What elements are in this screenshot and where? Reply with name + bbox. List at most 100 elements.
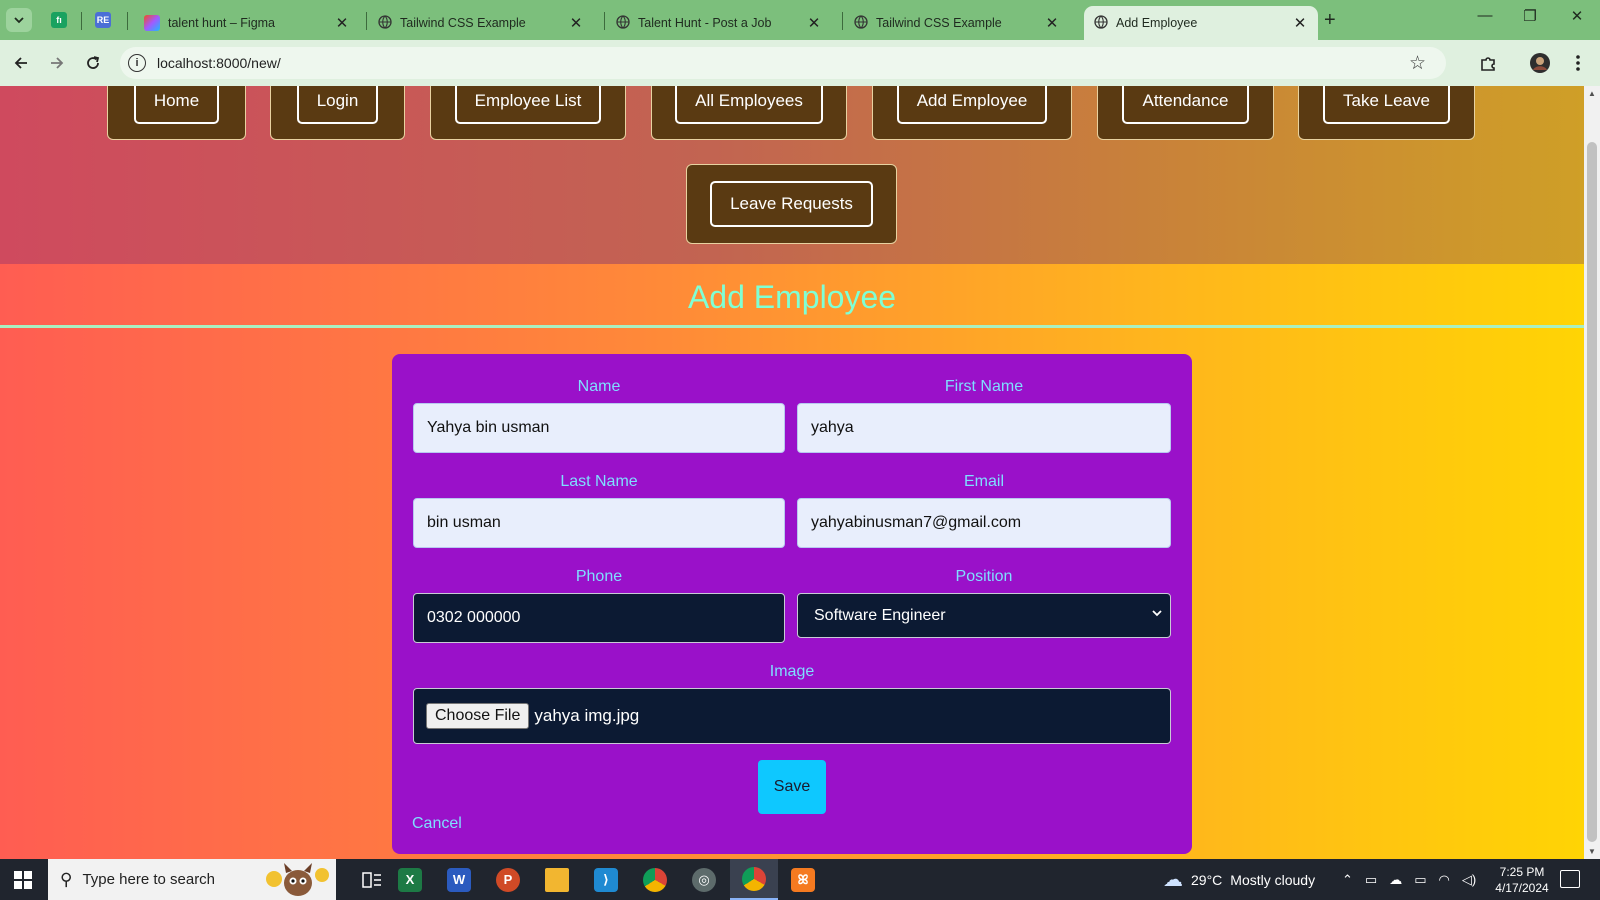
tab-figma[interactable]: talent hunt – Figma ✕ xyxy=(134,6,360,40)
nav-card-home: Home xyxy=(107,86,246,140)
weather-temperature: 29°C xyxy=(1191,871,1223,888)
cancel-link[interactable]: Cancel xyxy=(412,815,462,833)
image-label: Image xyxy=(769,663,815,680)
scroll-down-arrow-icon[interactable]: ▼ xyxy=(1588,847,1596,856)
tab-title: Add Employee xyxy=(1116,16,1198,30)
title-divider xyxy=(0,325,1584,328)
cloudy-weather-icon: ☁ xyxy=(1163,869,1183,891)
new-tab-plus-icon[interactable]: + xyxy=(1324,9,1336,32)
taskbar-search-box[interactable]: ⚲ Type here to search xyxy=(48,859,336,900)
vscode-app-icon[interactable]: ⟩ xyxy=(582,859,630,900)
close-tab-icon[interactable]: ✕ xyxy=(806,14,822,32)
email-label: Email xyxy=(963,473,1004,490)
volume-icon[interactable]: ◁) xyxy=(1462,872,1476,888)
phone-input[interactable]: 0302 000000 xyxy=(413,593,785,643)
nav-home-button[interactable]: Home xyxy=(133,86,220,124)
taskbar-search-placeholder: Type here to search xyxy=(82,871,216,888)
globe-icon xyxy=(1094,14,1108,32)
close-tab-icon[interactable]: ✕ xyxy=(334,14,350,32)
close-tab-icon[interactable]: ✕ xyxy=(568,14,584,32)
reload-icon[interactable] xyxy=(82,52,104,74)
nav-all-employees-button[interactable]: All Employees xyxy=(675,86,823,124)
restore-icon[interactable]: ❐ xyxy=(1515,7,1545,25)
nav-leave-requests-button[interactable]: Leave Requests xyxy=(710,181,873,227)
minimize-icon[interactable]: — xyxy=(1470,7,1500,24)
nav-card-all-employees: All Employees xyxy=(651,86,847,140)
close-tab-icon[interactable]: ✕ xyxy=(1292,14,1308,32)
close-window-icon[interactable]: ✕ xyxy=(1562,7,1592,25)
position-selected-value: Software Engineer xyxy=(814,606,946,624)
page-viewport: Home Login Employee List All Employees A… xyxy=(0,86,1584,859)
tab-tailwind-2[interactable]: Tailwind CSS Example ✕ xyxy=(844,6,1070,40)
browser-toolbar: i localhost:8000/new/ ☆ xyxy=(0,40,1600,86)
tab-title: talent hunt – Figma xyxy=(168,16,276,30)
scroll-up-arrow-icon[interactable]: ▲ xyxy=(1588,89,1596,98)
wifi-icon[interactable]: ◠ xyxy=(1439,872,1450,888)
globe-icon xyxy=(854,14,868,32)
browser-tab-strip: fı RE talent hunt – Figma ✕ Tailwind CSS… xyxy=(0,0,1600,40)
first-name-input[interactable]: yahya xyxy=(797,403,1171,453)
add-employee-form: Name Yahya bin usman First Name yahya La… xyxy=(392,354,1192,854)
xampp-app-icon[interactable]: ꕤ xyxy=(779,859,827,900)
tab-post-a-job[interactable]: Talent Hunt - Post a Job ✕ xyxy=(606,6,832,40)
taskbar-clock[interactable]: 7:25 PM 4/17/2024 xyxy=(1478,864,1566,896)
figma-icon xyxy=(144,15,160,31)
search-icon: ⚲ xyxy=(60,869,73,889)
pinned-tab-fh[interactable]: fı xyxy=(48,9,70,31)
chevron-up-icon[interactable]: ⌃ xyxy=(1342,872,1353,888)
site-info-icon[interactable]: i xyxy=(128,54,146,72)
powerpoint-app-icon[interactable]: P xyxy=(484,859,532,900)
word-app-icon[interactable]: W xyxy=(435,859,483,900)
email-input[interactable]: yahyabinusman7@gmail.com xyxy=(797,498,1171,548)
name-input[interactable]: Yahya bin usman xyxy=(413,403,785,453)
nav-take-leave-button[interactable]: Take Leave xyxy=(1323,86,1450,124)
close-tab-icon[interactable]: ✕ xyxy=(1044,14,1060,32)
chrome-profile-app-icon[interactable]: ◎ xyxy=(680,859,728,900)
pinned-tab-rc[interactable]: RE xyxy=(92,9,114,31)
nav-card-take-leave: Take Leave xyxy=(1298,86,1475,140)
nav-add-employee-button[interactable]: Add Employee xyxy=(896,86,1048,124)
tab-title: Talent Hunt - Post a Job xyxy=(638,16,772,30)
excel-app-icon[interactable]: X xyxy=(386,859,434,900)
weather-widget[interactable]: ☁ 29°C Mostly cloudy xyxy=(1163,859,1315,900)
tab-tailwind-1[interactable]: Tailwind CSS Example ✕ xyxy=(368,6,594,40)
chrome-active-app-icon[interactable] xyxy=(730,859,778,900)
notification-center-icon[interactable] xyxy=(1560,870,1580,888)
tab-separator xyxy=(81,12,82,30)
tab-search-button[interactable] xyxy=(6,8,32,32)
globe-icon xyxy=(616,14,630,32)
nav-employee-list-button[interactable]: Employee List xyxy=(454,86,602,124)
nav-attendance-button[interactable]: Attendance xyxy=(1122,86,1249,124)
save-button[interactable]: Save xyxy=(758,760,826,814)
clock-time: 7:25 PM xyxy=(1499,865,1545,879)
position-select[interactable]: Software Engineer xyxy=(797,593,1171,638)
scrollbar-thumb[interactable] xyxy=(1587,142,1597,842)
file-explorer-icon[interactable] xyxy=(533,859,581,900)
windows-taskbar: ⚲ Type here to search X W P ⟩ ◎ ꕤ ☁ 29°C… xyxy=(0,859,1600,900)
last-name-input[interactable]: bin usman xyxy=(413,498,785,548)
choose-file-button[interactable]: Choose File xyxy=(426,703,530,729)
profile-avatar[interactable] xyxy=(1528,51,1552,75)
meet-now-icon[interactable]: ▭ xyxy=(1365,872,1377,888)
name-label: Name xyxy=(577,378,621,395)
tab-separator xyxy=(604,12,605,30)
image-file-input[interactable]: Choose File yahya img.jpg xyxy=(413,688,1171,744)
chevron-down-icon xyxy=(1152,606,1162,621)
kebab-menu-icon[interactable] xyxy=(1566,51,1590,75)
tab-add-employee[interactable]: Add Employee ✕ xyxy=(1084,6,1318,40)
forward-arrow-icon[interactable] xyxy=(46,52,68,74)
tab-separator xyxy=(127,12,128,30)
battery-icon[interactable]: ▭ xyxy=(1414,872,1426,888)
extensions-puzzle-icon[interactable] xyxy=(1476,51,1500,75)
phone-label: Phone xyxy=(575,568,623,585)
onedrive-cloud-icon[interactable]: ☁ xyxy=(1389,872,1402,888)
nav-card-leave-requests: Leave Requests xyxy=(686,164,897,244)
windows-start-icon[interactable] xyxy=(14,871,32,889)
back-arrow-icon[interactable] xyxy=(10,52,32,74)
chrome-app-icon[interactable] xyxy=(631,859,679,900)
chevron-down-icon xyxy=(14,17,24,24)
nav-login-button[interactable]: Login xyxy=(296,86,379,124)
page-scrollbar[interactable]: ▲ ▼ xyxy=(1584,86,1600,859)
address-bar[interactable]: i localhost:8000/new/ ☆ xyxy=(120,47,1446,79)
bookmark-star-icon[interactable]: ☆ xyxy=(1409,52,1426,75)
